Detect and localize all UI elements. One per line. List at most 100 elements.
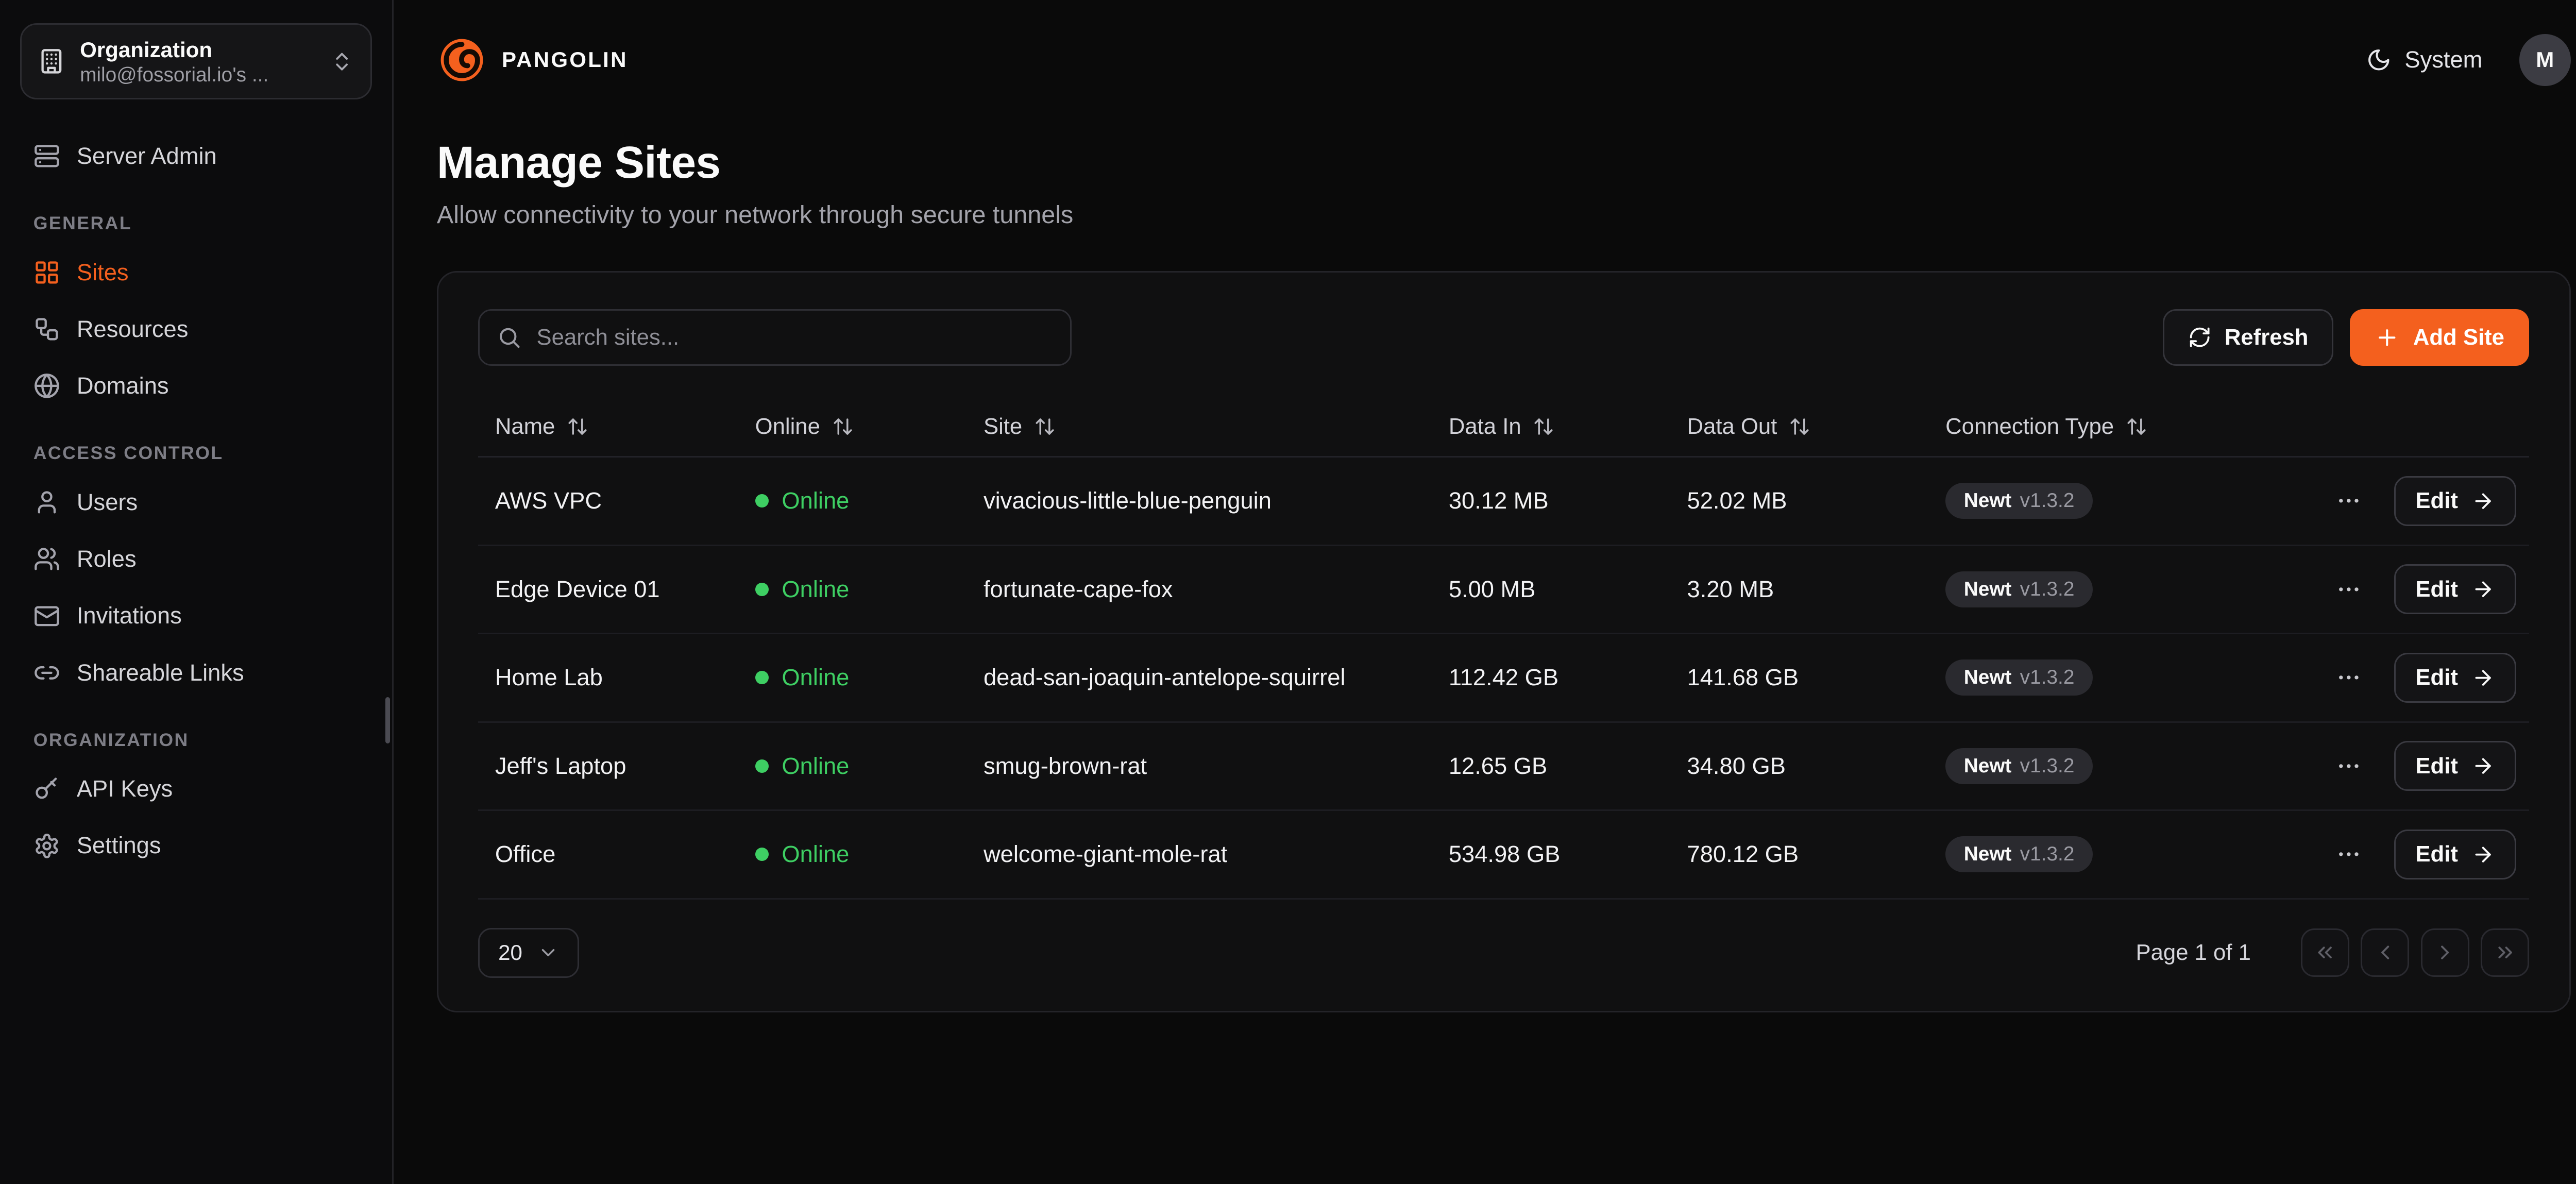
status-badge: Online [755,664,984,691]
row-edit-button[interactable]: Edit [2394,741,2516,791]
chevron-down-icon [537,942,559,963]
avatar[interactable]: M [2519,34,2571,86]
avatar-initial: M [2536,47,2554,72]
sidebar-item-shareable-links[interactable]: Shareable Links [20,646,372,700]
row-more-button[interactable] [2329,834,2369,874]
column-header-data-out[interactable]: Data Out [1687,414,1946,439]
column-header-name[interactable]: Name [495,414,755,439]
page-size-select[interactable]: 20 [478,928,579,978]
table-toolbar: Refresh Add Site [478,309,2529,366]
data-out-value: 141.68 GB [1687,664,1946,691]
add-site-button[interactable]: Add Site [2350,309,2529,366]
server-icon [33,143,60,170]
key-icon [33,775,60,802]
data-out-value: 52.02 MB [1687,487,1946,514]
sidebar-item-label: Settings [77,832,161,859]
search-icon [497,325,522,350]
page-content: Manage Sites Allow connectivity to your … [394,120,2576,1012]
sidebar-item-users[interactable]: Users [20,476,372,529]
search-input[interactable] [478,309,1072,366]
moon-icon [2366,47,2392,73]
org-selector-value: milo@fossorial.io's ... [80,64,315,87]
chevrons-up-down-icon [330,50,353,73]
table-row: AWS VPC Online vivacious-little-blue-pen… [478,458,2529,546]
online-dot-icon [755,671,769,684]
site-name: Edge Device 01 [495,576,755,603]
sidebar-item-invitations[interactable]: Invitations [20,589,372,643]
org-selector[interactable]: Organization milo@fossorial.io's ... [20,23,372,99]
row-edit-button[interactable]: Edit [2394,653,2516,703]
sidebar-scrollbar-thumb[interactable] [385,697,391,744]
chevrons-left-icon [2313,941,2336,964]
row-edit-button[interactable]: Edit [2394,830,2516,879]
column-header-online[interactable]: Online [755,414,984,439]
building-icon [38,48,65,75]
sidebar-item-server-admin[interactable]: Server Admin [20,129,372,183]
connection-type-badge: Newtv1.3.2 [1945,483,2093,519]
arrow-right-icon [2471,489,2495,513]
site-slug: fortunate-cape-fox [984,576,1449,603]
more-horizontal-icon [2335,576,2362,603]
arrow-right-icon [2471,843,2495,866]
online-dot-icon [755,759,769,773]
globe-icon [33,373,60,399]
sort-icon [1034,416,1056,437]
connection-type-badge: Newtv1.3.2 [1945,748,2093,784]
row-more-button[interactable] [2329,481,2369,521]
sidebar-item-settings[interactable]: Settings [20,819,372,873]
site-slug: dead-san-joaquin-antelope-squirrel [984,664,1449,691]
sidebar-item-resources[interactable]: Resources [20,302,372,356]
data-out-value: 34.80 GB [1687,753,1946,780]
arrow-right-icon [2471,666,2495,689]
sites-card: Refresh Add Site Name Online Site Data I… [437,271,2571,1012]
sidebar-item-roles[interactable]: Roles [20,532,372,586]
column-header-data-in[interactable]: Data In [1449,414,1687,439]
sidebar-item-label: Roles [77,546,137,572]
plus-icon [2375,325,2400,350]
online-dot-icon [755,583,769,596]
search-box [478,309,1072,366]
sidebar-item-sites[interactable]: Sites [20,246,372,299]
connection-type-badge: Newtv1.3.2 [1945,571,2093,607]
sidebar-item-label: Server Admin [77,143,217,170]
row-edit-button[interactable]: Edit [2394,564,2516,614]
table-row: Edge Device 01 Online fortunate-cape-fox… [478,546,2529,635]
arrow-right-icon [2471,754,2495,777]
table-row: Office Online welcome-giant-mole-rat 534… [478,811,2529,900]
theme-toggle[interactable]: System [2366,46,2482,73]
site-name: Home Lab [495,664,755,691]
page-subtitle: Allow connectivity to your network throu… [437,200,2571,229]
site-name: Office [495,841,755,868]
column-header-connection-type[interactable]: Connection Type [1945,414,2329,439]
data-out-value: 780.12 GB [1687,841,1946,868]
user-icon [33,489,60,516]
data-in-value: 30.12 MB [1449,487,1687,514]
site-slug: welcome-giant-mole-rat [984,841,1449,868]
row-edit-button[interactable]: Edit [2394,476,2516,526]
main-area: PANGOLIN System M Manage Sites Allow con… [394,0,2576,1184]
refresh-icon [2188,326,2211,349]
previous-page-button[interactable] [2361,928,2409,977]
table-footer: 20 Page 1 of 1 [478,928,2529,978]
last-page-button[interactable] [2481,928,2529,977]
sidebar-item-domains[interactable]: Domains [20,359,372,413]
row-more-button[interactable] [2329,569,2369,610]
section-title-access-control: ACCESS CONTROL [33,443,359,464]
first-page-button[interactable] [2301,928,2349,977]
data-in-value: 5.00 MB [1449,576,1687,603]
online-dot-icon [755,848,769,861]
chevron-right-icon [2433,941,2456,964]
connection-type-badge: Newtv1.3.2 [1945,659,2093,696]
row-more-button[interactable] [2329,657,2369,698]
row-more-button[interactable] [2329,746,2369,786]
sidebar-item-api-keys[interactable]: API Keys [20,762,372,816]
refresh-button[interactable]: Refresh [2163,309,2333,366]
section-title-general: GENERAL [33,213,359,234]
brand-logo[interactable]: PANGOLIN [437,35,628,85]
next-page-button[interactable] [2421,928,2469,977]
link-icon [33,659,60,686]
sidebar-item-label: Invitations [77,602,182,629]
pangolin-logo-icon [437,35,487,85]
column-header-site[interactable]: Site [984,414,1449,439]
page-info: Page 1 of 1 [2136,940,2250,966]
